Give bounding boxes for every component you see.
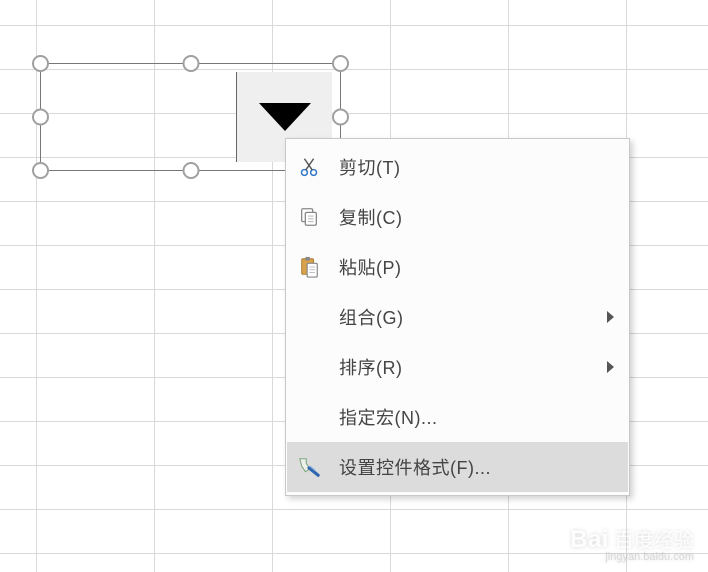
menu-item-label: 排序(R) (331, 354, 607, 380)
copy-icon (287, 206, 331, 228)
menu-item-copy[interactable]: 复制(C) (287, 192, 628, 242)
resize-handle-tm[interactable] (182, 55, 199, 72)
paste-icon (287, 255, 331, 279)
context-menu: 剪切(T) 复制(C) 粘贴(P) (285, 138, 630, 496)
menu-item-sort[interactable]: 排序(R) (287, 342, 628, 392)
resize-handle-ml[interactable] (32, 109, 49, 126)
menu-item-label: 剪切(T) (331, 154, 620, 180)
menu-item-label: 设置控件格式(F)... (331, 454, 620, 480)
menu-item-paste[interactable]: 粘贴(P) (287, 242, 628, 292)
cut-icon (287, 156, 331, 178)
resize-handle-tr[interactable] (332, 55, 349, 72)
menu-item-label: 指定宏(N)... (331, 404, 620, 430)
resize-handle-mr[interactable] (332, 109, 349, 126)
format-icon (287, 456, 331, 478)
chevron-down-icon (259, 103, 311, 131)
menu-item-assign-macro[interactable]: 指定宏(N)... (287, 392, 628, 442)
chevron-right-icon (607, 361, 614, 373)
chevron-right-icon (607, 311, 614, 323)
resize-handle-tl[interactable] (32, 55, 49, 72)
menu-item-group[interactable]: 组合(G) (287, 292, 628, 342)
menu-item-format-control[interactable]: 设置控件格式(F)... (287, 442, 628, 492)
resize-handle-bm[interactable] (182, 162, 199, 179)
menu-item-label: 粘贴(P) (331, 254, 620, 280)
menu-item-label: 复制(C) (331, 204, 620, 230)
menu-item-label: 组合(G) (331, 304, 607, 330)
resize-handle-bl[interactable] (32, 162, 49, 179)
menu-item-cut[interactable]: 剪切(T) (287, 142, 628, 192)
